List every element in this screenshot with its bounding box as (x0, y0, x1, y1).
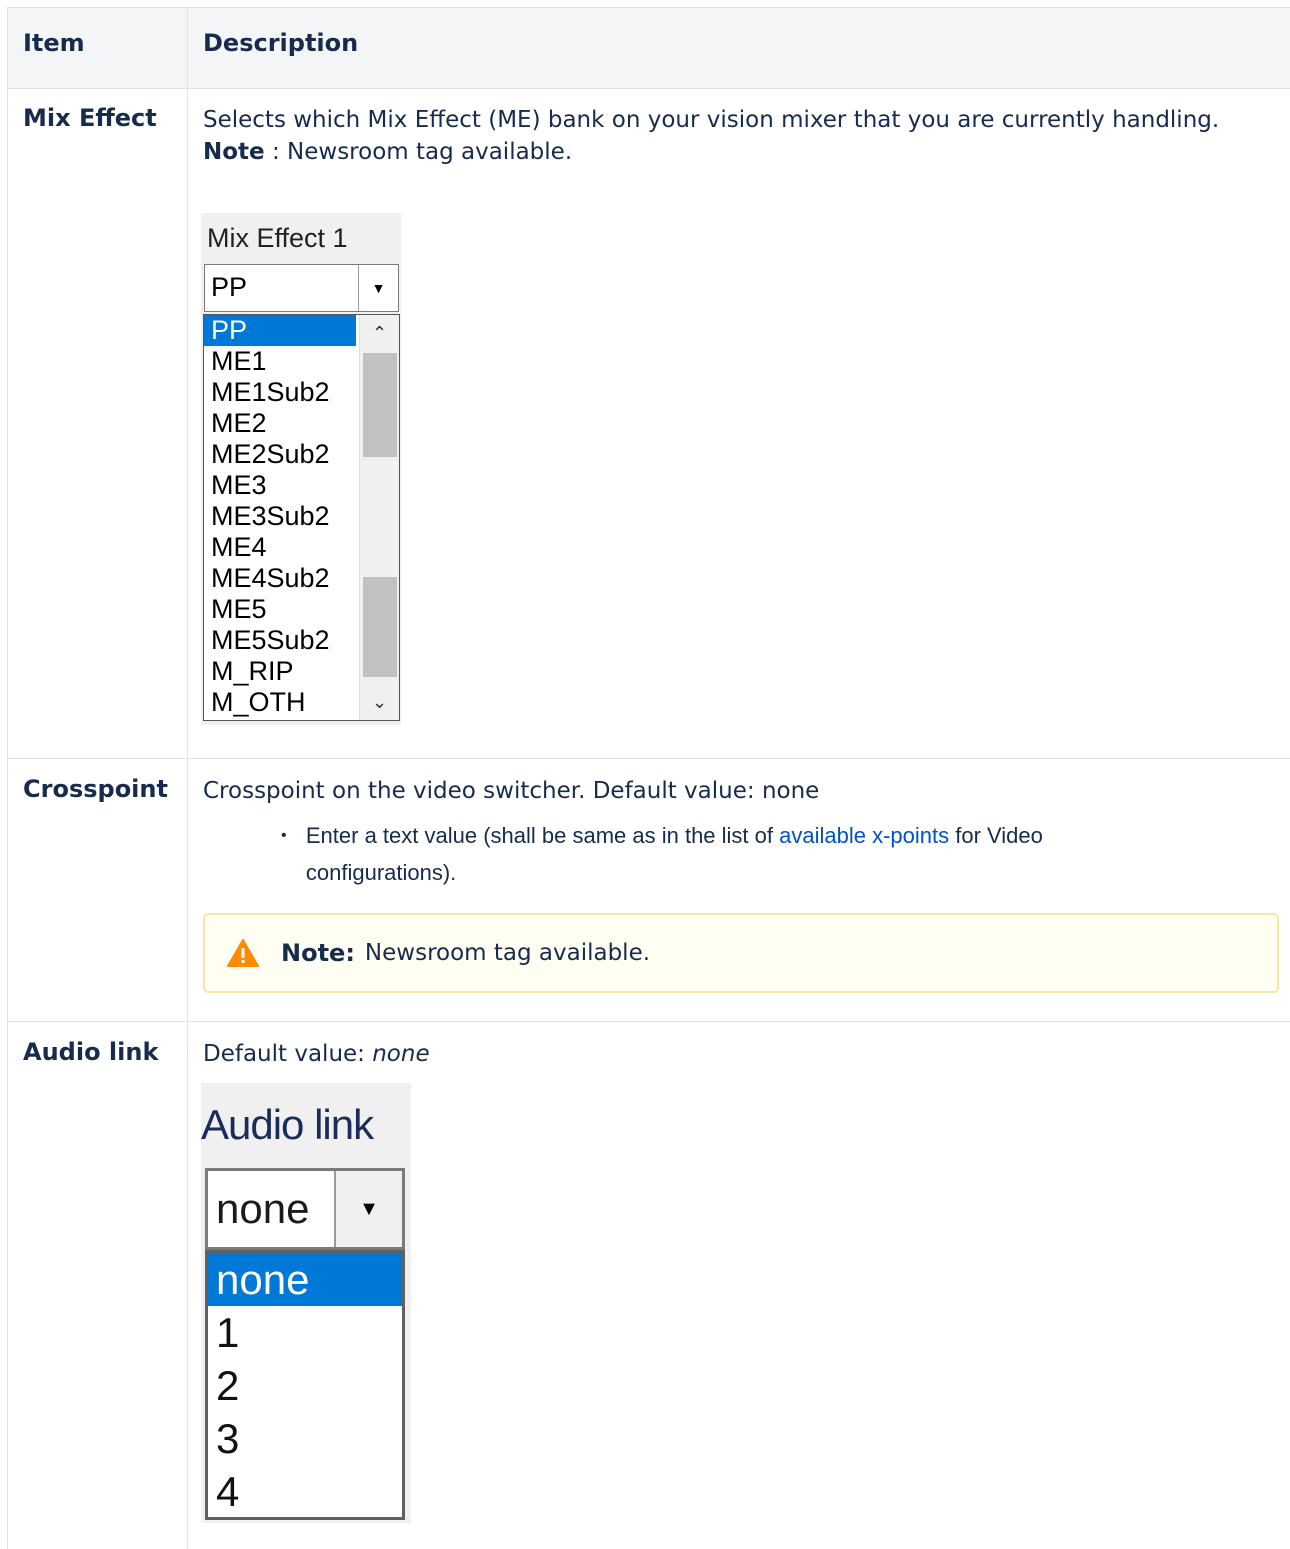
list-item[interactable]: ME4 (204, 532, 356, 563)
header-description: Description (203, 29, 359, 57)
list-item[interactable]: PP (204, 315, 356, 346)
audio-link-dropdown[interactable]: none ▼ (205, 1168, 405, 1250)
mix-effect-description: Selects which Mix Effect (ME) bank on yo… (203, 107, 1220, 133)
mix-effect-label: Mix Effect 1 (207, 223, 348, 253)
dropdown-value: PP (211, 272, 248, 302)
list-item[interactable]: 4 (208, 1465, 402, 1518)
note-text: : Newsroom tag available. (264, 139, 573, 165)
list-item[interactable]: M_OTH (204, 687, 356, 718)
list-item[interactable]: ME2Sub2 (204, 439, 356, 470)
list-item[interactable]: ME3Sub2 (204, 501, 356, 532)
note-label: Note (203, 139, 265, 165)
table-row-crosspoint: Crosspoint Crosspoint on the video switc… (8, 759, 1290, 1022)
note-label: Note: (281, 939, 355, 967)
scroll-up-icon[interactable]: ⌃ (360, 315, 399, 351)
item-label-mix-effect: Mix Effect (23, 104, 157, 132)
note-text: Newsroom tag available. (364, 940, 651, 966)
list-item[interactable]: 2 (208, 1359, 402, 1412)
header-item: Item (8, 8, 188, 88)
list-item[interactable]: M_RIP (204, 656, 356, 687)
list-item: • Enter a text value (shall be same as i… (281, 817, 1161, 891)
audio-link-description: Default value: none (203, 1041, 430, 1067)
item-label-audio-link: Audio link (23, 1038, 159, 1066)
note-callout: Note: Newsroom tag available. (203, 913, 1279, 993)
bullet-icon: • (281, 827, 287, 844)
list-item[interactable]: ME2 (204, 408, 356, 439)
list-item[interactable]: ME3 (204, 470, 356, 501)
default-value: none (372, 1041, 430, 1067)
audio-link-options-list[interactable]: none 1 2 3 4 (205, 1250, 405, 1520)
list-item[interactable]: ME4Sub2 (204, 563, 356, 594)
list-item[interactable]: 1 (208, 1306, 402, 1359)
crosspoint-description: Crosspoint on the video switcher. Defaul… (203, 778, 820, 804)
list-item[interactable]: ME1 (204, 346, 356, 377)
scrollbar-track-shade (363, 577, 397, 677)
audio-link-label: Audio link (201, 1101, 374, 1148)
dropdown-value: none (216, 1185, 310, 1232)
attributes-table: Item Description Mix Effect Selects whic… (7, 7, 1290, 1549)
mix-effect-note: Note : Newsroom tag available. (203, 136, 1282, 168)
scroll-down-icon[interactable]: ⌄ (360, 684, 399, 720)
item-label-crosspoint: Crosspoint (23, 775, 168, 803)
list-item[interactable]: none (208, 1253, 402, 1306)
scrollbar[interactable]: ⌃ ⌄ (359, 315, 399, 720)
chevron-down-icon[interactable]: ▼ (334, 1171, 402, 1247)
audio-link-screenshot: Audio link none ▼ none 1 2 3 4 (201, 1083, 411, 1523)
mix-effect-screenshot: Mix Effect 1 PP ▼ PP ME1 ME1Sub2 ME2 ME2Sub2… (201, 213, 401, 725)
list-item[interactable]: ME1Sub2 (204, 377, 356, 408)
scrollbar-thumb[interactable] (363, 353, 397, 457)
table-header-row: Item Description (8, 8, 1290, 89)
list-item[interactable]: 3 (208, 1412, 402, 1465)
list-item[interactable]: ME5 (204, 594, 356, 625)
available-x-points-link[interactable]: available x-points (779, 823, 949, 848)
chevron-down-icon[interactable]: ▼ (358, 265, 398, 311)
mix-effect-dropdown[interactable]: PP ▼ (204, 264, 399, 312)
mix-effect-options-list[interactable]: PP ME1 ME1Sub2 ME2 ME2Sub2 ME3 ME3Sub2 ME4 ME4Su… (203, 314, 400, 721)
list-item[interactable]: ME5Sub2 (204, 625, 356, 656)
warning-icon (227, 939, 259, 967)
